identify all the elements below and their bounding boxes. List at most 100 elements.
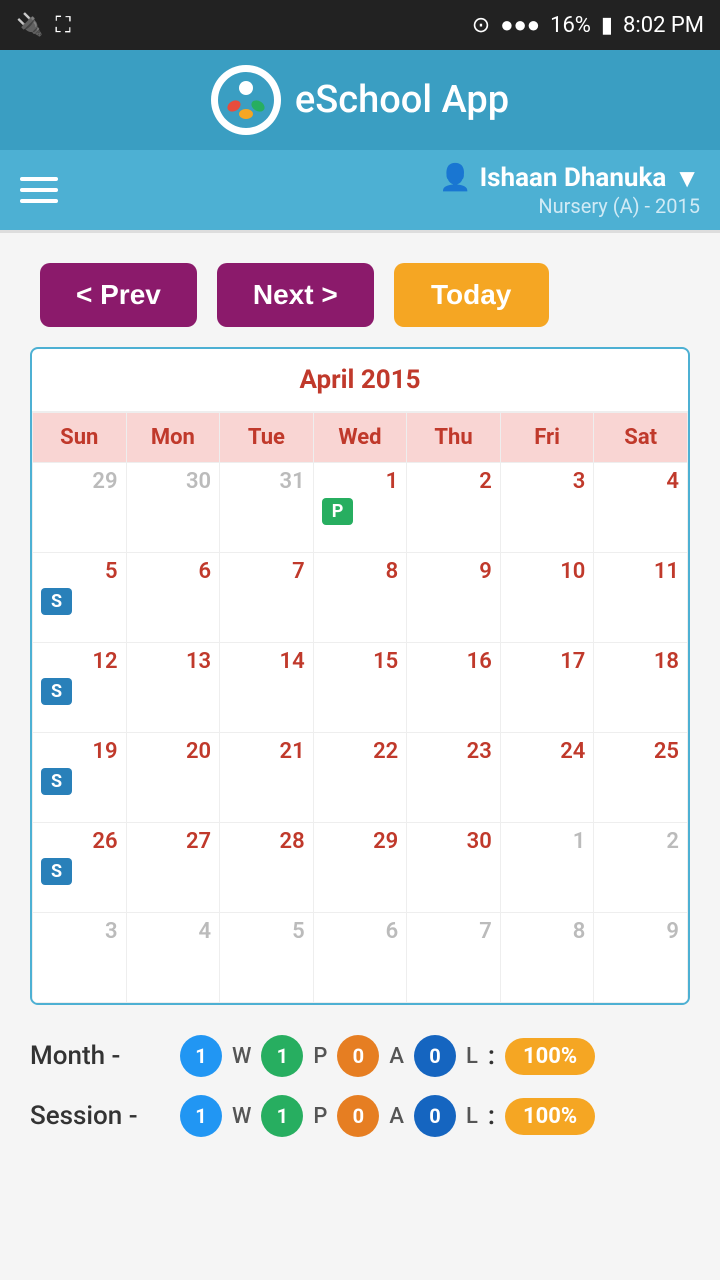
calendar-cell[interactable]: 29 (313, 823, 407, 913)
calendar-cell[interactable]: 24 (500, 733, 594, 823)
calendar-cell[interactable]: 9 (407, 553, 501, 643)
month-label: Month - (30, 1041, 170, 1071)
calendar-cell[interactable]: 6 (313, 913, 407, 1003)
calendar-cell[interactable]: 28 (220, 823, 314, 913)
calendar-cell[interactable]: 5 (220, 913, 314, 1003)
next-button[interactable]: Next > (217, 263, 374, 327)
calendar-cell[interactable]: 5S (33, 553, 127, 643)
calendar-cell[interactable]: 1P (313, 463, 407, 553)
calendar-cell[interactable]: 8 (500, 913, 594, 1003)
day-number: 3 (41, 919, 118, 944)
app-logo (211, 65, 281, 135)
calendar-cell[interactable]: 29 (33, 463, 127, 553)
session-l-badge: 0 (414, 1095, 456, 1137)
session-summary-row: Session - 1 W 1 P 0 A 0 L : 100% (30, 1095, 690, 1137)
day-number: 21 (228, 739, 305, 764)
calendar-week-3: 19S20 21 2223 24 25 (33, 733, 688, 823)
calendar-cell[interactable]: 9 (594, 913, 688, 1003)
calendar-cell[interactable]: 3 (500, 463, 594, 553)
calendar-cell[interactable]: 13 (126, 643, 220, 733)
day-number: 3 (509, 469, 586, 494)
calendar-cell[interactable]: 18 (594, 643, 688, 733)
col-sun: Sun (33, 413, 127, 463)
app-title: eSchool App (295, 78, 509, 122)
calendar-cell[interactable]: 23 (407, 733, 501, 823)
calendar-cell[interactable]: 12S (33, 643, 127, 733)
calendar-cell[interactable]: 3 (33, 913, 127, 1003)
day-number: 29 (322, 829, 399, 854)
signal-icon: ●●● (500, 12, 540, 38)
session-p-label: P (313, 1104, 327, 1129)
logo-svg (216, 70, 276, 130)
calendar-cell[interactable]: 21 (220, 733, 314, 823)
calendar-cell[interactable]: 10 (500, 553, 594, 643)
day-number: 14 (228, 649, 305, 674)
calendar-week-5: 3456789 (33, 913, 688, 1003)
col-wed: Wed (313, 413, 407, 463)
month-colon: : (488, 1041, 495, 1071)
summary-section: Month - 1 W 1 P 0 A 0 L : 100% Session -… (0, 1025, 720, 1175)
day-number: 28 (228, 829, 305, 854)
session-a-label: A (389, 1104, 404, 1129)
day-number: 31 (228, 469, 305, 494)
calendar-cell[interactable]: 14 (220, 643, 314, 733)
day-number: 18 (602, 649, 679, 674)
calendar-body: 2930311P2345S6789101112S13141516171819S2… (33, 463, 688, 1003)
day-number: 25 (602, 739, 679, 764)
day-number: 6 (322, 919, 399, 944)
calendar-cell[interactable]: 1 (500, 823, 594, 913)
month-l-label: L (466, 1044, 478, 1069)
day-number: 10 (509, 559, 586, 584)
calendar-cell[interactable]: 17 (500, 643, 594, 733)
calendar-container: April 2015 Sun Mon Tue Wed Thu Fri Sat 2… (30, 347, 690, 1005)
user-name-text: Ishaan Dhanuka (480, 163, 667, 193)
day-number: 26 (41, 829, 118, 854)
image-icon: ⛶ (55, 13, 70, 38)
dropdown-arrow-icon[interactable]: ▼ (674, 163, 700, 194)
event-badge: P (322, 498, 354, 525)
user-info: 👤 Ishaan Dhanuka ▼ Nursery (A) - 2015 (439, 163, 700, 218)
calendar-cell[interactable]: 22 (313, 733, 407, 823)
day-number: 5 (41, 559, 118, 584)
calendar-header-row: Sun Mon Tue Wed Thu Fri Sat (33, 413, 688, 463)
calendar-cell[interactable]: 16 (407, 643, 501, 733)
calendar-cell[interactable]: 31 (220, 463, 314, 553)
day-number: 24 (509, 739, 586, 764)
calendar-cell[interactable]: 30 (407, 823, 501, 913)
status-left: 🔌 ⛶ (16, 13, 71, 38)
prev-button[interactable]: < Prev (40, 263, 197, 327)
today-button[interactable]: Today (394, 263, 549, 327)
day-number: 15 (322, 649, 399, 674)
calendar-cell[interactable]: 4 (594, 463, 688, 553)
calendar-cell[interactable]: 8 (313, 553, 407, 643)
calendar-cell[interactable]: 6 (126, 553, 220, 643)
calendar-cell[interactable]: 19S (33, 733, 127, 823)
calendar-cell[interactable]: 30 (126, 463, 220, 553)
calendar-cell[interactable]: 20 (126, 733, 220, 823)
calendar-cell[interactable]: 7 (407, 913, 501, 1003)
day-number: 8 (509, 919, 586, 944)
calendar-cell[interactable]: 25 (594, 733, 688, 823)
calendar-cell[interactable]: 2 (407, 463, 501, 553)
day-number: 2 (602, 829, 679, 854)
session-w-label: W (232, 1104, 251, 1129)
calendar-week-0: 29 30 31 1P234 (33, 463, 688, 553)
month-l-badge: 0 (414, 1035, 456, 1077)
day-number: 8 (322, 559, 399, 584)
hamburger-menu[interactable] (20, 177, 58, 203)
calendar-cell[interactable]: 27 (126, 823, 220, 913)
calendar-cell[interactable]: 26 S (33, 823, 127, 913)
calendar-cell[interactable]: 15 (313, 643, 407, 733)
day-number: 7 (228, 559, 305, 584)
day-number: 7 (415, 919, 492, 944)
day-number: 4 (602, 469, 679, 494)
calendar-cell[interactable]: 2 (594, 823, 688, 913)
calendar-week-2: 12S13 14 15 1617 18 (33, 643, 688, 733)
calendar-cell[interactable]: 4 (126, 913, 220, 1003)
col-fri: Fri (500, 413, 594, 463)
calendar-month-header: April 2015 (32, 349, 688, 412)
event-badge: S (41, 858, 72, 885)
calendar-cell[interactable]: 11 (594, 553, 688, 643)
calendar-cell[interactable]: 7 (220, 553, 314, 643)
day-number: 30 (135, 469, 212, 494)
